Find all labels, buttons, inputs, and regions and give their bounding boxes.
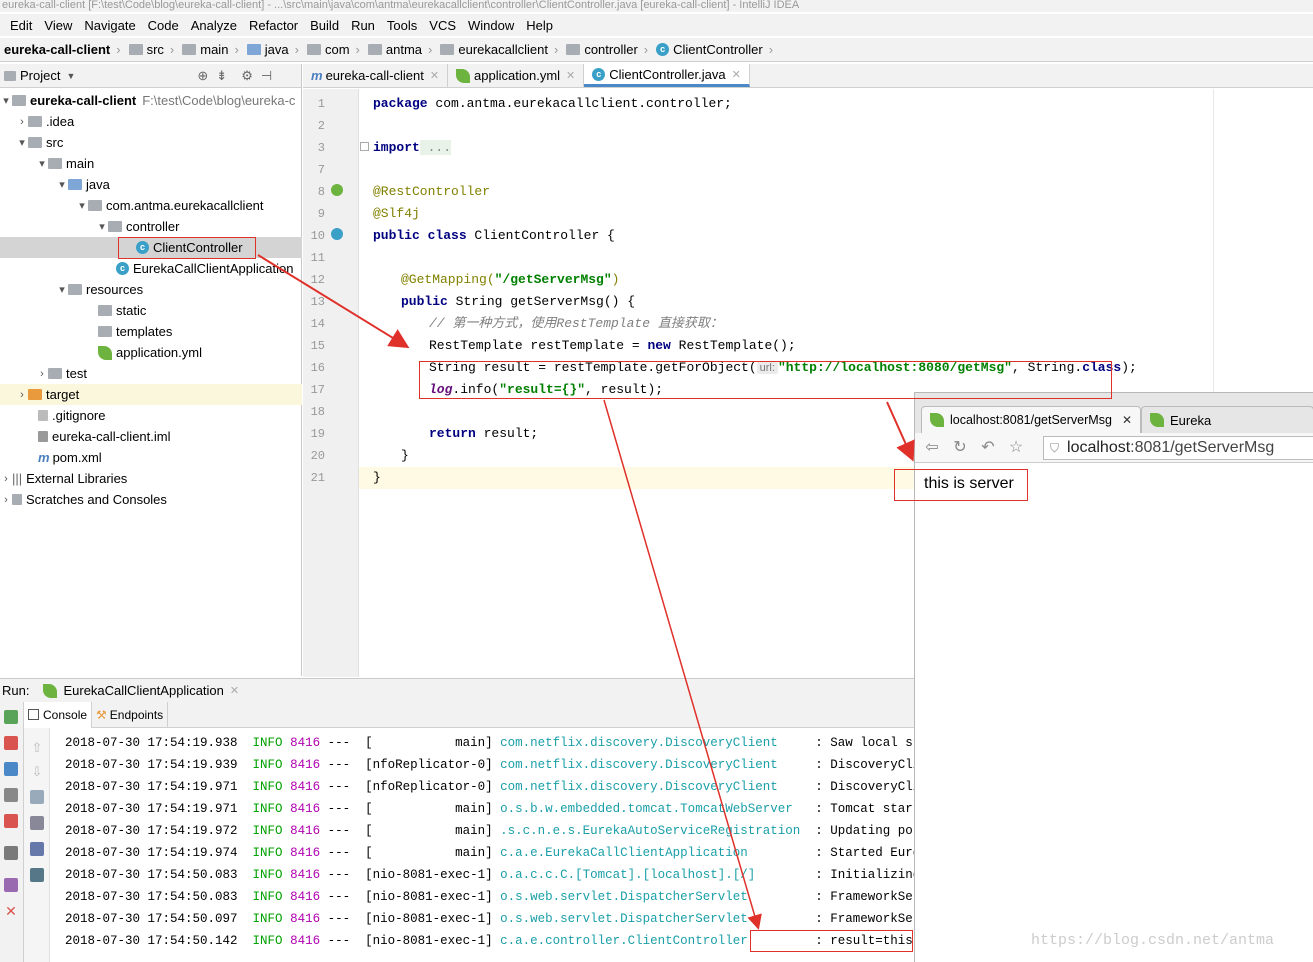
arrow-to-browser [886, 401, 915, 462]
arrow-to-log [603, 399, 762, 930]
watermark: https://blog.csdn.net/antma [1031, 932, 1275, 949]
arrow-to-code [257, 254, 410, 349]
annotation-arrows [257, 254, 915, 930]
